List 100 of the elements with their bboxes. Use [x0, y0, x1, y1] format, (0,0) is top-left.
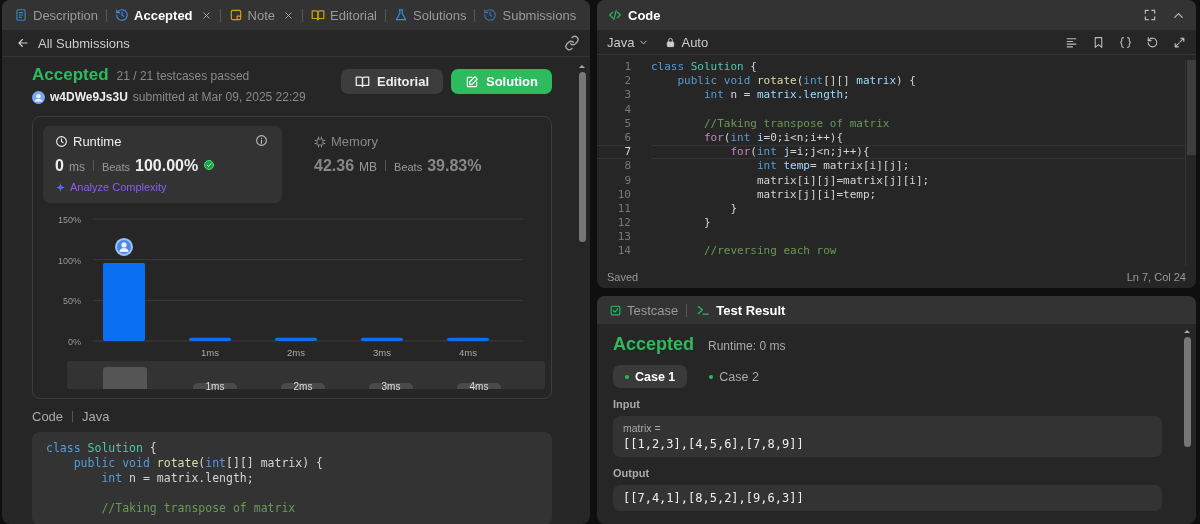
bookmark-icon[interactable] — [1092, 35, 1105, 49]
arrow-left-icon — [16, 36, 30, 50]
code-editor[interactable]: class Solution { public void rotate(int[][] matrix) { int n = matrix.length; //Taking transpose of matrix for(int i=0;i<n;i++){ for(int j=i;j<n;j++){ int temp= matrix[i][j]; matrix[i][j]=matrix[j][i]; matrix[j][i]=temp; } } //reversing each row — [639, 60, 1185, 266]
info-icon — [255, 134, 268, 147]
checkbox-icon — [609, 303, 622, 317]
terminal-icon — [695, 303, 712, 317]
beats-percent: 39.83% — [427, 157, 482, 175]
fullscreen-icon[interactable] — [1143, 8, 1157, 22]
panel-tab[interactable]: Note — [222, 3, 301, 27]
output-label: Output — [613, 467, 651, 479]
stat-card[interactable]: Runtime 0 ms Beats 100.00% Analyze Complexity — [43, 126, 282, 203]
doc-icon — [14, 8, 28, 22]
stat-title: Runtime — [73, 134, 122, 149]
undo-icon[interactable] — [1146, 35, 1159, 49]
link-icon[interactable] — [564, 35, 580, 51]
save-status: Saved — [607, 271, 639, 283]
category-label: 4ms — [459, 347, 477, 358]
stat-value: 42.36 — [314, 157, 355, 175]
line-number: 9 — [623, 173, 631, 188]
input-label: Input — [613, 398, 641, 410]
panel-tab[interactable]: Accepted — [109, 3, 218, 27]
runtime-text: Runtime: 0 ms — [708, 339, 786, 353]
badge-icon — [203, 159, 216, 171]
username-link[interactable]: w4DWe9Js3U — [50, 90, 128, 104]
avatar-icon — [115, 237, 133, 256]
stat-title: Memory — [331, 134, 378, 149]
code-block: class Solution { public void rotate(int[][] matrix) { int n = matrix.length; //Taking transpose of matrix — [32, 432, 552, 524]
output-value: [[7,4,1],[8,5,2],[9,6,3]] — [623, 491, 805, 505]
scrollbar-thumb[interactable] — [1187, 60, 1196, 155]
case-tab[interactable]: Case 2 — [697, 365, 771, 388]
line-number: 7 — [597, 145, 631, 160]
mode-label: Auto — [681, 34, 709, 50]
panel-tab[interactable]: Editorial — [305, 3, 383, 27]
avatar-icon — [32, 90, 45, 104]
submitted-time: submitted at Mar 09, 2025 22:29 — [132, 90, 306, 104]
axis-tick-label: 150% — [57, 215, 81, 225]
panel-tab[interactable]: Testcase — [605, 299, 683, 321]
scroll-up-icon — [578, 63, 586, 69]
editorial-button[interactable]: Editorial — [341, 69, 443, 94]
overview-label: 1ms — [193, 383, 237, 389]
chart-bar[interactable] — [447, 337, 489, 341]
edit-icon — [465, 74, 479, 89]
back-link[interactable]: All Submissions — [16, 35, 130, 51]
line-number: 11 — [616, 201, 631, 217]
history-icon — [115, 8, 130, 22]
chip-icon — [314, 135, 326, 148]
note-icon — [228, 8, 243, 22]
overview-label: 3ms — [369, 383, 413, 389]
stat-value: 0 — [55, 157, 64, 175]
cursor-position: Ln 7, Col 24 — [1126, 271, 1186, 283]
scrollbar-thumb[interactable] — [1183, 337, 1191, 447]
chart-bar[interactable] — [275, 337, 317, 341]
line-number: 13 — [616, 230, 631, 245]
line-number: 14 — [616, 244, 631, 259]
result-status: Accepted — [613, 334, 695, 355]
chart-bar[interactable] — [361, 337, 403, 341]
case-tab[interactable]: Case 1 — [613, 365, 688, 388]
chart-overview[interactable]: 1ms 2ms 3ms 4ms — [67, 361, 545, 389]
submission-status: Accepted — [32, 65, 109, 85]
flask-icon — [394, 8, 408, 22]
beats-percent: 100.00% — [135, 157, 199, 175]
axis-tick-label: 100% — [57, 255, 81, 266]
line-number: 3 — [623, 88, 631, 103]
line-number: 5 — [623, 116, 631, 131]
param-name: matrix = — [623, 422, 662, 434]
scrollbar-thumb[interactable] — [578, 72, 586, 242]
language-label: Java — [82, 409, 110, 424]
braces-icon[interactable] — [1119, 35, 1132, 49]
line-number: 8 — [623, 159, 631, 174]
beats-label: Beats — [394, 161, 423, 173]
stat-card[interactable]: Memory 42.36 MB Beats 39.83% — [302, 126, 541, 203]
stat-unit: MB — [359, 160, 378, 174]
line-number: 12 — [616, 216, 631, 231]
overview-label: 4ms — [457, 383, 501, 389]
lock-icon — [665, 36, 677, 48]
panel-tab[interactable]: Description — [8, 3, 105, 27]
panel-tab[interactable]: Solutions — [388, 3, 473, 27]
expand-icon[interactable] — [1173, 35, 1186, 49]
book-icon — [311, 8, 326, 22]
language-dropdown[interactable]: Java — [607, 34, 650, 50]
code-label: Code — [32, 409, 64, 424]
input-value: [[1,2,3],[4,5,6],[7,8,9]] — [623, 437, 805, 451]
book-icon — [355, 74, 370, 89]
beats-label: Beats — [101, 161, 131, 173]
category-label: 2ms — [287, 347, 305, 358]
panel-title: Code — [628, 7, 661, 23]
overview-label: 2ms — [281, 383, 325, 389]
line-number: 1 — [623, 60, 631, 75]
category-label: 1ms — [201, 347, 219, 358]
sparkle-icon — [55, 181, 66, 193]
format-icon[interactable] — [1065, 35, 1078, 49]
line-number: 10 — [616, 187, 631, 202]
panel-tab[interactable]: Submissions — [477, 3, 583, 27]
stat-unit: ms — [68, 160, 85, 174]
history-icon — [483, 8, 498, 22]
chart-bar[interactable] — [189, 337, 231, 341]
category-label: 3ms — [373, 347, 391, 358]
axis-tick-label: 50% — [63, 296, 81, 307]
panel-tab[interactable]: Test Result — [691, 299, 790, 321]
clock-icon — [55, 135, 68, 148]
